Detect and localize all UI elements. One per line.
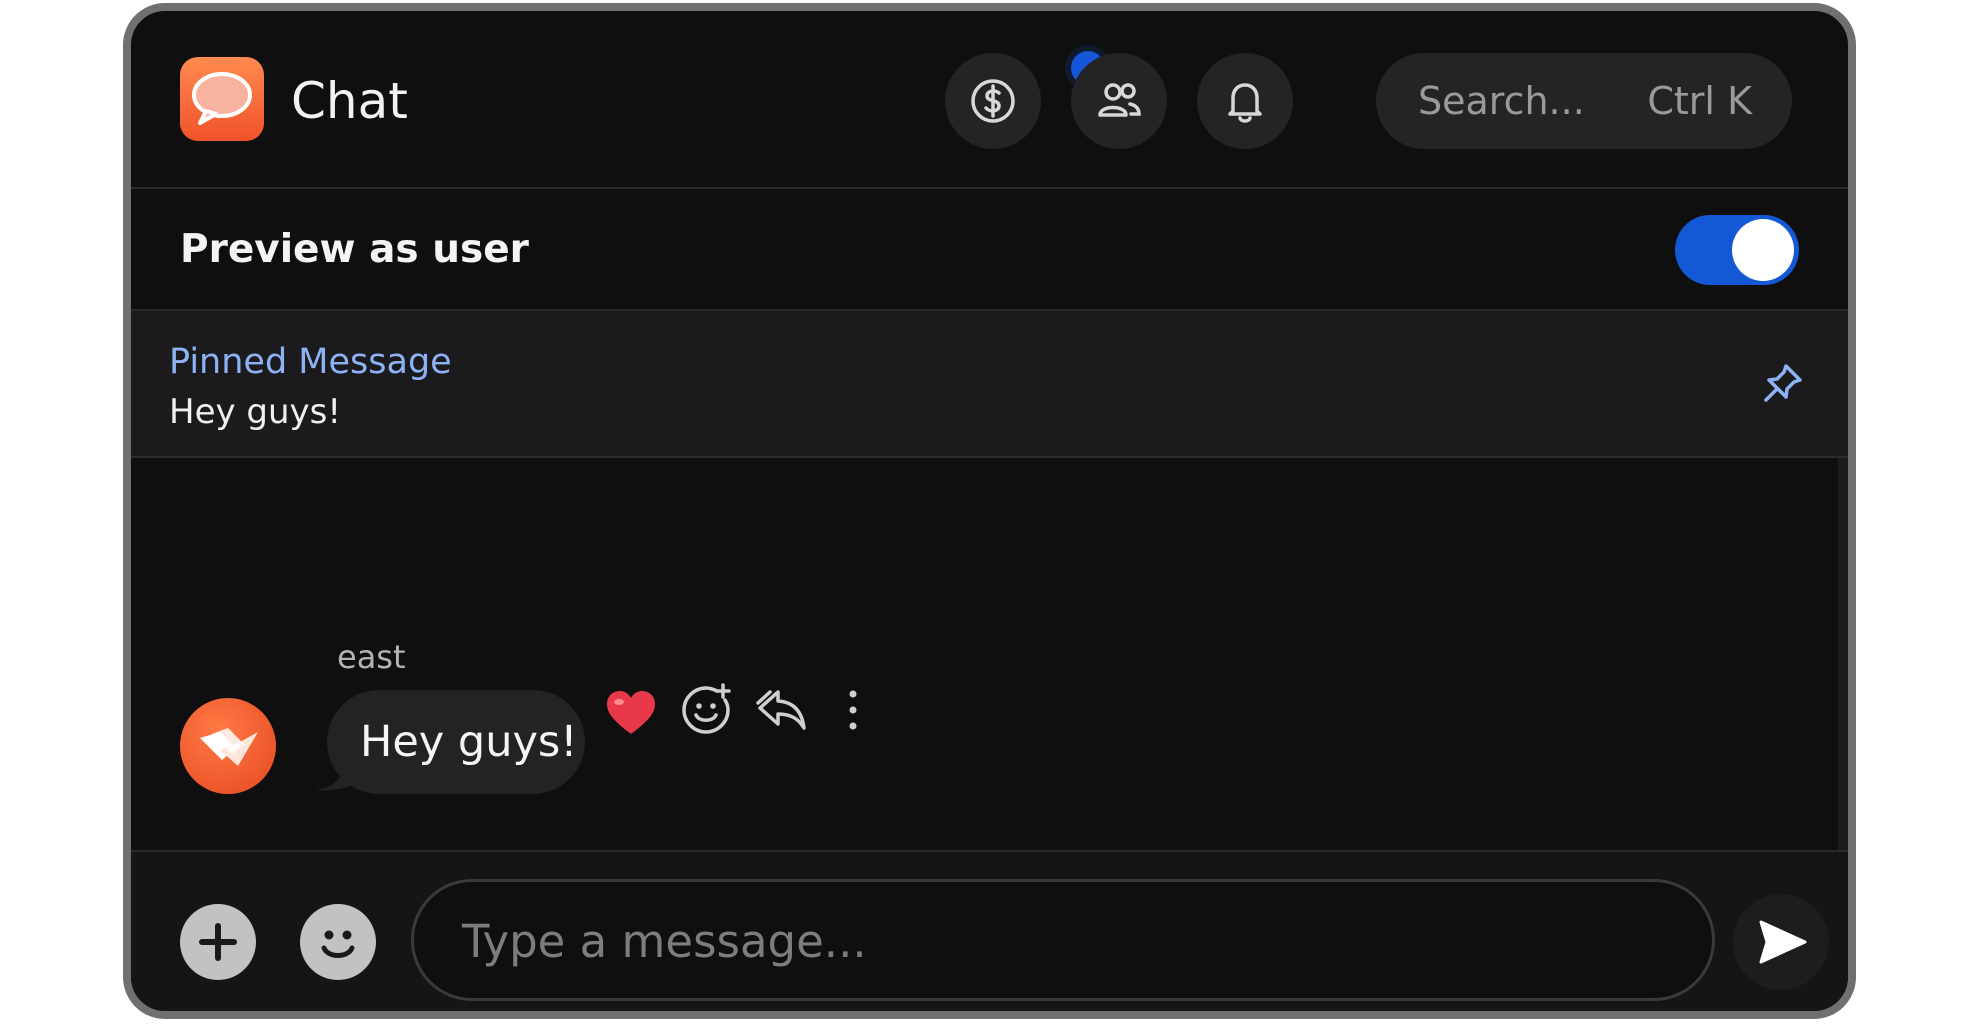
message-composer: Type a message... (131, 850, 1848, 1011)
message-sender: east (337, 638, 406, 676)
pinned-message[interactable]: Pinned Message Hey guys! (131, 311, 1848, 458)
message-input[interactable]: Type a message... (411, 879, 1715, 1001)
app-title: Chat (291, 72, 408, 130)
attach-button[interactable] (180, 904, 256, 980)
emoji-button[interactable] (300, 904, 376, 980)
pin-icon[interactable] (1759, 361, 1805, 407)
chat-header: Chat Search... Ctrl K (131, 11, 1848, 189)
add-reaction-icon[interactable] (679, 683, 733, 737)
toggle-knob (1732, 219, 1794, 281)
plus-icon (199, 923, 237, 961)
pinned-title: Pinned Message (169, 342, 452, 382)
chat-window: Chat Search... Ctrl K Preview as user Pi… (123, 3, 1856, 1019)
pinned-text: Hey guys! (169, 392, 342, 432)
users-icon (1098, 83, 1141, 117)
send-button[interactable] (1733, 894, 1829, 990)
search-placeholder: Search... (1418, 79, 1585, 123)
message-input-placeholder: Type a message... (462, 915, 867, 968)
heart-reaction-icon[interactable] (605, 690, 657, 736)
more-options-icon[interactable] (845, 686, 861, 734)
preview-as-user-row: Preview as user (131, 189, 1848, 311)
smiley-icon (321, 930, 355, 958)
brand-logo-icon (200, 728, 258, 766)
avatar[interactable] (180, 698, 276, 794)
message-list: east Hey guys! (131, 458, 1848, 850)
message-scrollbar[interactable] (1838, 458, 1848, 850)
chat-logo-icon (180, 57, 264, 141)
dollar-circle-icon (971, 79, 1015, 123)
bell-icon (1228, 83, 1262, 123)
message-bubble[interactable]: Hey guys! (315, 690, 585, 794)
reply-icon[interactable] (756, 686, 808, 734)
send-icon (1759, 920, 1807, 964)
message-text: Hey guys! (360, 717, 578, 767)
notifications-button[interactable] (1197, 53, 1293, 149)
preview-toggle[interactable] (1675, 215, 1799, 285)
preview-label: Preview as user (180, 227, 529, 272)
members-button[interactable] (1071, 53, 1167, 149)
search-shortcut: Ctrl K (1647, 79, 1752, 123)
search-box[interactable]: Search... Ctrl K (1376, 53, 1792, 149)
billing-button[interactable] (945, 53, 1041, 149)
